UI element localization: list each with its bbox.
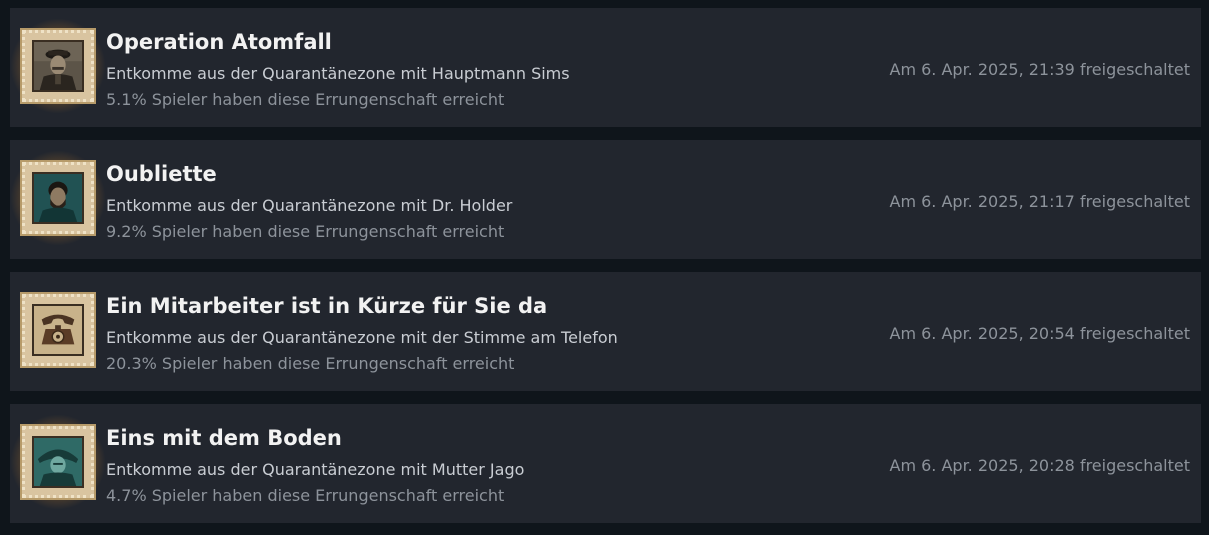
achievement-global-percent: 9.2% Spieler haben diese Errungenschaft … — [106, 222, 505, 241]
achievement-icon — [10, 414, 106, 510]
achievement-icon — [10, 150, 106, 246]
achievement-unlock-date: Am 6. Apr. 2025, 21:17 freigeschaltet — [889, 192, 1191, 211]
achievement-unlock-date: Am 6. Apr. 2025, 20:28 freigeschaltet — [889, 456, 1191, 475]
achievement-global-percent: 5.1% Spieler haben diese Errungenschaft … — [106, 90, 505, 109]
achievement-list: Operation Atomfall Entkomme aus der Quar… — [10, 8, 1201, 523]
achievement-description: Entkomme aus der Quarantänezone mit Haup… — [106, 64, 570, 83]
achievement-description: Entkomme aus der Quarantänezone mit Dr. … — [106, 196, 513, 215]
stamp-frame — [22, 30, 94, 102]
achievement-row[interactable]: Operation Atomfall Entkomme aus der Quar… — [10, 8, 1201, 127]
achievement-icon — [10, 18, 106, 114]
achievement-title: Eins mit dem Boden — [106, 426, 342, 450]
achievement-description: Entkomme aus der Quarantänezone mit der … — [106, 328, 618, 347]
achievement-title: Oubliette — [106, 162, 217, 186]
achievement-unlock-date: Am 6. Apr. 2025, 21:39 freigeschaltet — [889, 60, 1191, 79]
telephone-icon — [32, 304, 84, 356]
achievement-unlock-date: Am 6. Apr. 2025, 20:54 freigeschaltet — [889, 324, 1191, 343]
achievement-row[interactable]: Eins mit dem Boden Entkomme aus der Quar… — [10, 404, 1201, 523]
hooded-woman-portrait-icon — [32, 436, 84, 488]
achievement-description: Entkomme aus der Quarantänezone mit Mutt… — [106, 460, 525, 479]
doctor-portrait-icon — [32, 172, 84, 224]
achievement-title: Operation Atomfall — [106, 30, 332, 54]
achievement-title: Ein Mitarbeiter ist in Kürze für Sie da — [106, 294, 548, 318]
achievement-icon — [20, 292, 96, 368]
stamp-frame — [22, 294, 94, 366]
stamp-frame — [22, 162, 94, 234]
soldier-portrait-icon — [32, 40, 84, 92]
achievement-row[interactable]: Ein Mitarbeiter ist in Kürze für Sie da … — [10, 272, 1201, 391]
achievement-row[interactable]: Oubliette Entkomme aus der Quarantänezon… — [10, 140, 1201, 259]
achievement-global-percent: 20.3% Spieler haben diese Errungenschaft… — [106, 354, 515, 373]
achievement-global-percent: 4.7% Spieler haben diese Errungenschaft … — [106, 486, 505, 505]
stamp-frame — [22, 426, 94, 498]
